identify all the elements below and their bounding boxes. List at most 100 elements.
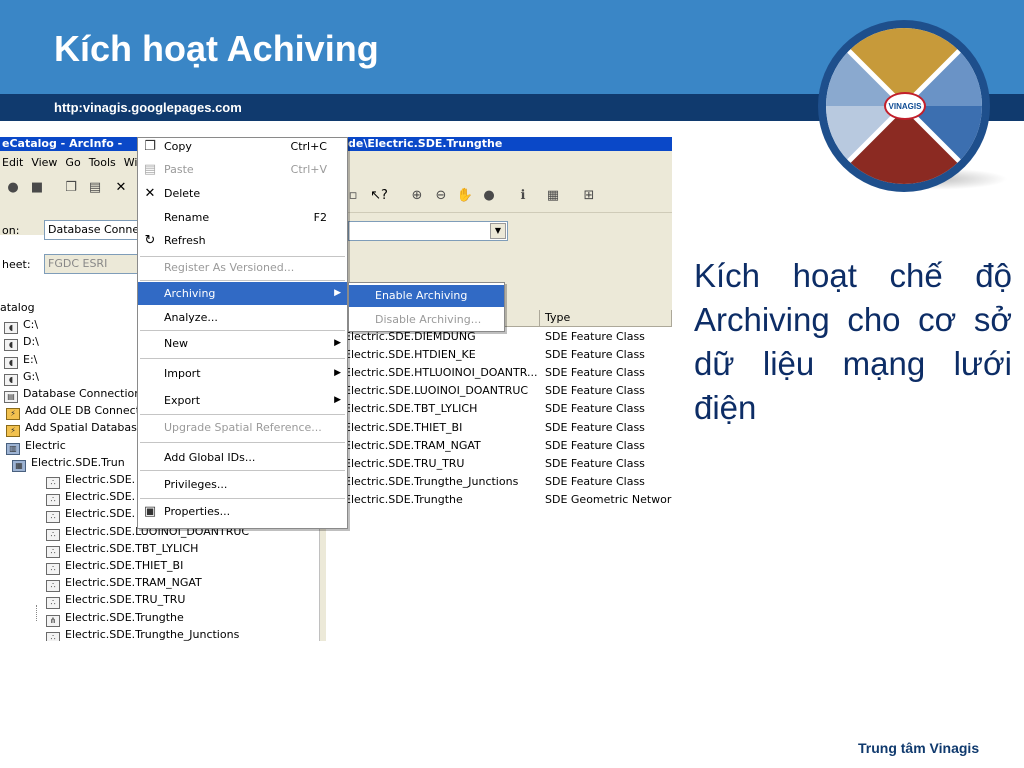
- list-row-name[interactable]: Electric.SDE.HTLUOINOI_DOANTR...: [344, 364, 537, 382]
- connect-icon[interactable]: ●: [4, 179, 22, 197]
- logo-badge: VINAGIS: [884, 92, 926, 120]
- connection-icon: ⚡: [6, 408, 20, 421]
- menu-item-paste[interactable]: ▤ Paste Ctrl+V: [138, 158, 347, 181]
- tree-item[interactable]: ∴ Electric.SDE.: [46, 488, 136, 507]
- tree-item[interactable]: ⚡ Add Spatial Database: [6, 419, 144, 438]
- tree-item[interactable]: ▤ Database Connections: [4, 385, 147, 403]
- menu-item-upgrade-spatial-reference[interactable]: Upgrade Spatial Reference...: [138, 416, 347, 439]
- tree-item[interactable]: ∴ Electric.SDE.TRU_TRU: [46, 591, 185, 610]
- menu-item-new[interactable]: New ▶: [138, 332, 347, 355]
- tree-item[interactable]: ⋔ Electric.SDE.Trungthe: [46, 609, 184, 627]
- menu-item-add-global-ids[interactable]: Add Global IDs...: [138, 446, 347, 469]
- feature-class-icon: ∴: [46, 597, 60, 610]
- tree-item[interactable]: ▭atalog: [0, 299, 35, 316]
- menu-go[interactable]: Go: [65, 156, 80, 169]
- menu-item-register-label: Register As Versioned...: [164, 261, 295, 274]
- tree-item[interactable]: ∴ Electric.SDE.TBT_LYLICH: [46, 540, 198, 558]
- menu-tools[interactable]: Tools: [89, 156, 116, 169]
- menu-item-properties[interactable]: ▣ Properties...: [138, 500, 347, 523]
- server-icon: ▥: [6, 442, 20, 455]
- tree-item[interactable]: ◖ D:\: [4, 333, 39, 352]
- tree-item[interactable]: ∴ Electric.SDE.THIET_BI: [46, 557, 183, 575]
- list-row-name[interactable]: Electric.SDE.TRU_TRU: [344, 455, 464, 473]
- menu-item-new-label: New: [164, 337, 188, 350]
- chevron-down-icon[interactable]: ▼: [490, 223, 506, 239]
- list-row-name[interactable]: Electric.SDE.THIET_BI: [344, 419, 462, 437]
- menu-item-register-versioned[interactable]: Register As Versioned...: [138, 256, 347, 279]
- disconnect-icon[interactable]: ■: [28, 179, 46, 197]
- menu-item-refresh[interactable]: ↻ Refresh: [138, 229, 347, 252]
- location-field[interactable]: Database Conne: [44, 220, 138, 240]
- stylesheet-field[interactable]: FGDC ESRI: [44, 254, 138, 274]
- menu-item-rename[interactable]: Rename F2: [138, 206, 347, 229]
- full-extent-icon[interactable]: ●: [480, 187, 498, 205]
- menu-item-import[interactable]: Import ▶: [138, 362, 347, 385]
- column-header-type[interactable]: Type: [540, 310, 672, 327]
- feature-dataset-icon: ▦: [12, 459, 26, 472]
- logo: VINAGIS: [818, 20, 990, 192]
- menu-item-archiving[interactable]: Archiving ▶: [138, 282, 347, 305]
- menu-item-disable-archiving[interactable]: Disable Archiving...: [349, 309, 504, 331]
- tree-item[interactable]: ◖ E:\: [4, 351, 37, 369]
- right-combo-box[interactable]: ▼: [348, 221, 508, 241]
- menu-item-delete[interactable]: ✕ Delete: [138, 182, 347, 205]
- list-row-name[interactable]: Electric.SDE.TBT_LYLICH: [344, 400, 477, 418]
- tree-item[interactable]: ∴ Electric.SDE.TRAM_NGAT: [46, 574, 202, 593]
- menu-edit[interactable]: Edit: [2, 156, 23, 169]
- menu-item-refresh-label: Refresh: [164, 234, 206, 247]
- menu-item-analyze[interactable]: Analyze...: [138, 306, 347, 329]
- menu-window[interactable]: Wi: [124, 156, 138, 169]
- copy-tool-icon[interactable]: ❐: [62, 179, 80, 197]
- tree-item[interactable]: ▥ Electric: [6, 437, 66, 455]
- list-row-name[interactable]: Electric.SDE.TRAM_NGAT: [344, 437, 481, 455]
- tree-item-label: G:\: [23, 369, 39, 383]
- menu-item-enable-archiving[interactable]: Enable Archiving: [349, 285, 504, 307]
- tree-item-label: atalog: [0, 301, 35, 314]
- drive-icon: ◖: [4, 356, 18, 369]
- tree-item[interactable]: ▦ Electric.SDE.Trun: [12, 454, 125, 472]
- menu-item-properties-label: Properties...: [164, 505, 231, 518]
- tree-item-label: Electric.SDE.: [65, 490, 136, 504]
- tree-item-label: C:\: [23, 318, 39, 332]
- list-row-type: SDE Feature Class: [545, 366, 645, 380]
- list-row-name[interactable]: Electric.SDE.HTDIEN_KE: [344, 346, 476, 364]
- menu-view[interactable]: View: [31, 156, 57, 169]
- menu-item-privileges[interactable]: Privileges...: [138, 473, 347, 496]
- tree-item[interactable]: ◖ C:\: [4, 316, 39, 335]
- list-row-type: SDE Feature Class: [545, 384, 645, 398]
- menu-item-rename-label: Rename: [164, 211, 210, 224]
- menu-item-analyze-label: Analyze...: [164, 311, 218, 324]
- slide-title: Kích hoạt Achiving: [54, 28, 379, 69]
- whats-this-icon[interactable]: ↖?: [370, 187, 388, 205]
- zoom-in-icon[interactable]: ⊕: [408, 187, 426, 205]
- list-row-name[interactable]: Electric.SDE.Trungthe_Junctions: [344, 473, 518, 491]
- tree-item-label: Electric.SDE.Trungthe_Junctions: [65, 627, 240, 641]
- list-row-name[interactable]: Electric.SDE.Trungthe: [344, 491, 463, 509]
- menu-separator: [140, 470, 345, 471]
- identify-icon[interactable]: ℹ: [514, 187, 532, 205]
- database-icon: ▤: [4, 391, 18, 403]
- tree-item-label: Electric.SDE.TRAM_NGAT: [65, 576, 202, 590]
- tree-item[interactable]: ∴ Electric.SDE.Trungthe_Junctions: [46, 626, 239, 641]
- menu-item-enable-archiving-label: Enable Archiving: [375, 289, 468, 302]
- menu-item-archiving-label: Archiving: [164, 287, 216, 300]
- model-icon[interactable]: ⊞: [580, 187, 598, 205]
- tree-item[interactable]: ∴ Electric.SDE.: [46, 471, 135, 489]
- tree-item[interactable]: ∴ Electric.SDE.: [46, 505, 135, 524]
- delete-tool-icon[interactable]: ✕: [112, 179, 130, 197]
- list-row-type: SDE Feature Class: [545, 474, 645, 488]
- menu-item-export[interactable]: Export ▶: [138, 389, 347, 412]
- menu-item-copy[interactable]: ❐ Copy Ctrl+C: [138, 137, 347, 158]
- feature-class-icon: ∴: [46, 511, 60, 524]
- tree-item[interactable]: ◖ G:\: [4, 368, 39, 386]
- paste-tool-icon[interactable]: ▤: [86, 179, 104, 197]
- tree-item-label: Electric.SDE.Trungthe: [65, 610, 184, 624]
- zoom-out-icon[interactable]: ⊖: [432, 187, 450, 205]
- menubar-right: [348, 151, 672, 173]
- list-row-name[interactable]: Electric.SDE.LUOINOI_DOANTRUC: [344, 382, 528, 400]
- feature-class-icon: ∴: [46, 631, 60, 641]
- tree-item-label: Database Connections: [23, 387, 147, 400]
- pan-icon[interactable]: ✋: [456, 187, 474, 205]
- tree-item[interactable]: ⚡ Add OLE DB Connect: [6, 402, 140, 421]
- arctoolbox-icon[interactable]: ▦: [544, 187, 562, 205]
